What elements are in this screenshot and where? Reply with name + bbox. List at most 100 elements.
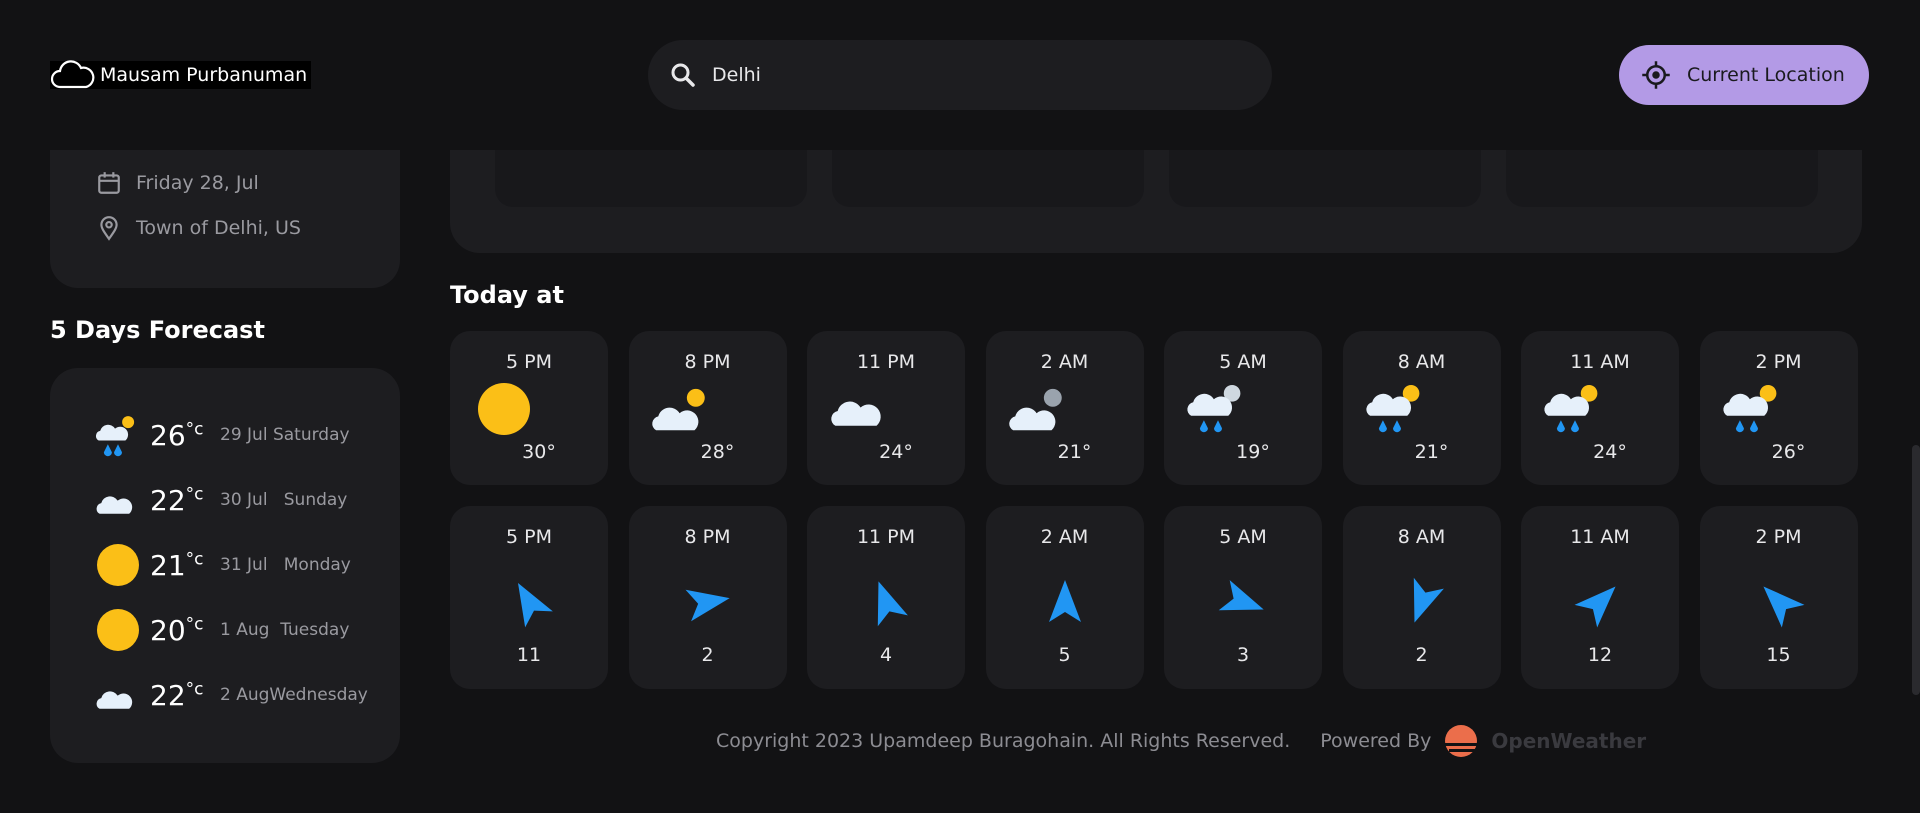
hourly-temp: 19° [1236, 441, 1270, 463]
forecast-temp: 22°c [150, 484, 220, 517]
forecast-date: 29 Jul Saturday [220, 425, 350, 445]
hourly-time: 2 AM [1040, 526, 1089, 548]
wind-direction-icon [518, 582, 553, 628]
wind-speed: 4 [879, 644, 893, 666]
wind-speed: 2 [1415, 644, 1428, 666]
hourly-icon-wrap [1008, 381, 1072, 437]
hourly-time: 8 AM [1397, 351, 1446, 373]
rain-sun-icon [1365, 385, 1419, 433]
hourly-temp: 24° [879, 441, 913, 463]
hourly-wind-tile[interactable]: 5 PM 11 [450, 506, 608, 689]
forecast-temp: 21°c [150, 549, 220, 582]
page-scrollbar[interactable] [1912, 445, 1920, 695]
forecast-card: 26°c 29 Jul Saturday 22°c 30 Jul Sunday … [50, 368, 400, 763]
forecast-row: 21°c 31 Jul Monday [94, 540, 394, 590]
hourly-icon-wrap [1722, 381, 1786, 437]
forecast-row: 20°c 1 Aug Tuesday [94, 605, 394, 655]
hourly-temp-tile[interactable]: 11 PM 24° [807, 331, 965, 485]
wind-speed: 3 [1236, 644, 1250, 666]
search-input[interactable] [712, 64, 1212, 86]
forecast-date: 30 Jul Sunday [220, 490, 348, 510]
hourly-temp: 21° [1414, 441, 1449, 463]
powered-by-text: Powered By [1320, 730, 1432, 752]
current-location-button[interactable]: Current Location [1619, 45, 1869, 105]
current-date: Friday 28, Jul [136, 172, 259, 194]
current-date-row: Friday 28, Jul [96, 170, 259, 196]
cloud-logo-icon [50, 60, 95, 89]
forecast-temp: 20°c [150, 614, 220, 647]
hourly-time: 11 AM [1570, 526, 1630, 548]
hourly-temp-tile[interactable]: 5 AM 19° [1164, 331, 1322, 485]
wind-speed: 5 [1058, 644, 1071, 666]
wind-speed: 12 [1587, 644, 1613, 666]
hourly-temp-tile[interactable]: 11 AM 24° [1521, 331, 1679, 485]
cloud-sun-icon [651, 388, 705, 431]
hourly-wind-tile[interactable]: 8 PM 2 [628, 506, 787, 689]
hourly-temp-tile[interactable]: 8 AM 21° [1342, 331, 1501, 485]
forecast-temp-value: 26 [150, 418, 186, 452]
hourly-wind-tile[interactable]: 5 AM 3 [1164, 506, 1322, 689]
forecast-icon [94, 411, 142, 459]
forecast-temp-value: 22 [150, 483, 186, 517]
sun-icon [478, 383, 530, 435]
hourly-temp-tile[interactable]: 2 PM 26° [1699, 331, 1858, 485]
openweather-logo[interactable]: OpenWeather [1441, 723, 1646, 759]
hourly-wind-tile[interactable]: 2 AM 5 [985, 506, 1144, 689]
app-title: Mausam Purbanuman [100, 64, 308, 86]
hourly-temp: 28° [700, 441, 735, 463]
wind-direction-icon [877, 581, 908, 627]
forecast-row: 22°c 30 Jul Sunday [94, 475, 394, 525]
forecast-date: 2 AugWednesday [220, 685, 368, 705]
hourly-wind-tile[interactable]: 2 PM 15 [1699, 506, 1858, 689]
hourly-time: 5 AM [1219, 526, 1267, 548]
gps-icon [1642, 61, 1670, 89]
hourly-wind-tile[interactable]: 8 AM 2 [1342, 506, 1501, 689]
hourly-wind-tile[interactable]: 11 PM 4 [807, 506, 965, 689]
forecast-temp-value: 20 [150, 613, 186, 647]
forecast-temp-unit: °c [185, 614, 204, 635]
hourly-time: 8 AM [1397, 526, 1446, 548]
wind-direction-icon [1218, 580, 1264, 611]
hourly-icon-wrap [472, 381, 536, 437]
hourly-time: 11 AM [1570, 351, 1630, 373]
wind-direction-icon [1762, 586, 1804, 628]
hourly-temp: 26° [1771, 441, 1806, 463]
header: Mausam Purbanuman Current Location [0, 0, 1920, 150]
hourly-temp: 24° [1593, 441, 1627, 463]
forecast-temp-value: 21 [150, 548, 186, 582]
wind-direction-icon [1413, 577, 1444, 623]
hourly-time: 2 PM [1755, 351, 1802, 373]
forecast-temp-unit: °c [185, 419, 204, 440]
hourly-temp-tile[interactable]: 2 AM 21° [985, 331, 1144, 485]
hourly-time: 8 PM [684, 526, 731, 548]
hourly-temp: 21° [1057, 441, 1092, 463]
cloud-moon-icon [1008, 388, 1062, 431]
current-location-label: Current Location [1687, 64, 1845, 86]
rain-moon-icon [1187, 385, 1241, 433]
hourly-time: 11 PM [856, 351, 916, 373]
forecast-title: 5 Days Forecast [50, 316, 265, 344]
app-logo[interactable]: Mausam Purbanuman [50, 60, 312, 89]
wind-speed: 11 [516, 644, 542, 666]
hourly-icon-wrap [651, 381, 715, 437]
forecast-date: 31 Jul Monday [220, 555, 351, 575]
wind-speed: 15 [1766, 644, 1791, 666]
rain-sun-icon [1544, 385, 1598, 433]
hourly-wind-tile[interactable]: 11 AM 12 [1521, 506, 1679, 689]
calendar-icon [98, 172, 120, 194]
cloud-icon [96, 496, 133, 514]
hourly-temp-tile[interactable]: 8 PM 28° [628, 331, 787, 485]
hourly-time: 11 PM [856, 526, 916, 548]
search-bar[interactable] [648, 40, 1272, 110]
rain-sun-icon [95, 416, 135, 457]
hourly-temp-tile[interactable]: 5 PM 30° [450, 331, 608, 485]
cloud-icon [96, 691, 133, 709]
hourly-icon-wrap [829, 381, 893, 437]
cloud-icon [831, 401, 881, 426]
forecast-icon [94, 606, 142, 654]
hourly-temp: 30° [522, 441, 556, 463]
forecast-temp-unit: °c [185, 679, 204, 700]
current-location-row: Town of Delhi, US [96, 215, 301, 241]
openweather-sun-icon [1445, 725, 1484, 757]
forecast-icon [94, 476, 142, 524]
